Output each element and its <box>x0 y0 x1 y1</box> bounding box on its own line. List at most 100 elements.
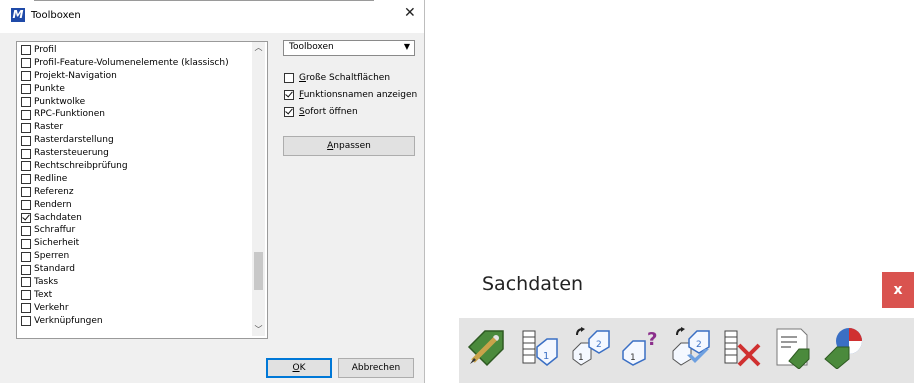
toolbox-list-item[interactable]: RPC-Funktionen <box>21 108 251 121</box>
list-item-label: Profil-Feature-Volumenelemente (klassisc… <box>34 57 229 68</box>
checkbox-box[interactable] <box>21 225 31 236</box>
list-item-label: Raster <box>34 122 64 133</box>
checkbox-box[interactable] <box>21 45 31 56</box>
toolbox-list-item[interactable]: Profil <box>21 44 251 57</box>
toolbox-list-item[interactable]: Punktwolke <box>21 96 251 109</box>
toolboxen-dialog: M Toolboxen ✕ Profil Profil-Feature-Volum… <box>0 0 425 383</box>
toolbox-list-item[interactable]: Rastersteuerung <box>21 147 251 160</box>
toolbox-list-item[interactable]: Raster <box>21 121 251 134</box>
toolbox-list-item[interactable]: Profil-Feature-Volumenelemente (klassisc… <box>21 57 251 70</box>
svg-text:2: 2 <box>696 340 702 350</box>
open-immediately-label: Sofort öffnen <box>299 107 358 117</box>
cancel-button[interactable]: Abbrechen <box>338 358 414 378</box>
dialog-titlebar: M Toolboxen ✕ <box>0 0 424 33</box>
toolbox-list-item[interactable]: Sperren <box>21 250 251 263</box>
microstation-app-icon: M <box>11 8 25 22</box>
attach-item-icon[interactable] <box>465 325 509 369</box>
list-item-label: Rechtschreibprüfung <box>34 161 128 172</box>
top-border-line <box>34 0 374 1</box>
ok-button[interactable]: OK <box>266 358 332 378</box>
toolbox-list-item[interactable]: Text <box>21 289 251 302</box>
toolbox-list[interactable]: Profil Profil-Feature-Volumenelemente (kl… <box>16 41 268 339</box>
transfer-item-icon[interactable]: 2 <box>669 325 713 369</box>
toolbox-list-item[interactable]: Sachdaten <box>21 212 251 225</box>
list-item-label: Punkte <box>34 83 65 94</box>
toolbox-close-button[interactable]: x <box>882 272 914 308</box>
checkbox-box[interactable] <box>21 135 31 146</box>
item-browser-icon[interactable] <box>821 325 865 370</box>
toolbox-list-item[interactable]: Sicherheit <box>21 237 251 250</box>
large-buttons-label: Große Schaltflächen <box>299 73 391 83</box>
toolbox-list-item[interactable]: Schraffur <box>21 224 251 237</box>
toolbox-list-item[interactable]: Projekt-Navigation <box>21 70 251 83</box>
detach-item-icon[interactable] <box>721 325 765 369</box>
svg-text:1: 1 <box>543 351 549 362</box>
toolbox-list-item[interactable]: Punkte <box>21 83 251 96</box>
toolbox-list-item[interactable]: Tasks <box>21 276 251 289</box>
checkbox-box[interactable] <box>21 161 31 172</box>
checkbox-box[interactable] <box>21 122 31 133</box>
checkbox-box[interactable] <box>21 213 31 224</box>
checkbox-box[interactable] <box>21 174 31 185</box>
list-item-label: Redline <box>34 173 68 184</box>
checkbox-box <box>284 90 294 100</box>
close-icon[interactable]: ✕ <box>404 6 416 20</box>
list-item-label: Standard <box>34 264 75 275</box>
checkbox-box[interactable] <box>21 277 31 288</box>
dialog-title: Toolboxen <box>31 10 81 21</box>
list-item-label: Profil <box>34 45 57 55</box>
list-scrollbar[interactable]: ︿ ﹀ <box>252 42 265 336</box>
checkbox-box[interactable] <box>21 97 31 107</box>
toolbox-list-item[interactable]: Rendern <box>21 199 251 212</box>
list-item-label: Schraffur <box>34 225 76 236</box>
checkbox-box <box>284 73 294 83</box>
svg-text:1: 1 <box>578 353 584 363</box>
checkbox-box[interactable] <box>21 187 31 198</box>
svg-text:1: 1 <box>630 353 636 363</box>
checkbox-box[interactable] <box>21 316 31 327</box>
list-item-label: Sicherheit <box>34 238 80 249</box>
toolbox-list-item[interactable]: Rasterdarstellung <box>21 134 251 147</box>
toolbox-list-item[interactable]: Standard <box>21 263 251 276</box>
report-icon[interactable] <box>771 325 815 370</box>
checkbox-box[interactable] <box>21 58 31 69</box>
toolbox-list-items: Profil Profil-Feature-Volumenelemente (kl… <box>21 44 251 328</box>
checkbox-box[interactable] <box>21 264 31 275</box>
toolbox-list-item[interactable]: Referenz <box>21 186 251 199</box>
checkbox-box[interactable] <box>21 303 31 314</box>
open-immediately-checkbox[interactable]: Sofort öffnen <box>284 106 358 118</box>
checkbox-box[interactable] <box>21 84 31 95</box>
checkbox-box[interactable] <box>21 200 31 211</box>
toolbox-list-item[interactable]: Verkehr <box>21 302 251 315</box>
list-item-label: Sachdaten <box>34 212 82 223</box>
customize-button[interactable]: Anpassen <box>283 136 415 156</box>
toolbox-list-item[interactable]: Redline <box>21 173 251 186</box>
copy-item-icon[interactable]: 1 2 <box>569 325 613 369</box>
scroll-up-icon[interactable]: ︿ <box>252 42 265 54</box>
list-item-label: Verknüpfungen <box>34 315 103 326</box>
toolbox-type-select[interactable]: Toolboxen ▼ <box>283 40 415 56</box>
show-names-label: Funktionsnamen anzeigen <box>299 90 418 100</box>
svg-text:?: ? <box>647 329 657 350</box>
checkbox-box[interactable] <box>21 251 31 262</box>
toolbox-list-item[interactable]: Rechtschreibprüfung <box>21 160 251 173</box>
chevron-down-icon: ▼ <box>403 42 410 51</box>
checkbox-box[interactable] <box>21 148 31 159</box>
large-buttons-checkbox[interactable]: Große Schaltflächen <box>284 72 390 84</box>
toolbox-list-item[interactable]: Verknüpfungen <box>21 315 251 328</box>
list-item-label: Text <box>34 289 53 300</box>
checkbox-box[interactable] <box>21 71 31 82</box>
scroll-down-icon[interactable]: ﹀ <box>252 324 265 336</box>
scroll-thumb[interactable] <box>254 252 263 290</box>
checkbox-box[interactable] <box>21 290 31 301</box>
query-item-icon[interactable]: 1 ? <box>619 325 663 369</box>
list-item-label: Rasterdarstellung <box>34 135 114 146</box>
item-list-icon[interactable]: 1 <box>517 325 561 369</box>
list-item-label: RPC-Funktionen <box>34 109 105 120</box>
list-item-label: Punktwolke <box>34 96 86 107</box>
checkbox-box[interactable] <box>21 238 31 249</box>
list-item-label: Rendern <box>34 199 72 210</box>
checkbox-box[interactable] <box>21 109 31 120</box>
show-names-checkbox[interactable]: Funktionsnamen anzeigen <box>284 89 417 101</box>
list-item-label: Rastersteuerung <box>34 148 109 159</box>
